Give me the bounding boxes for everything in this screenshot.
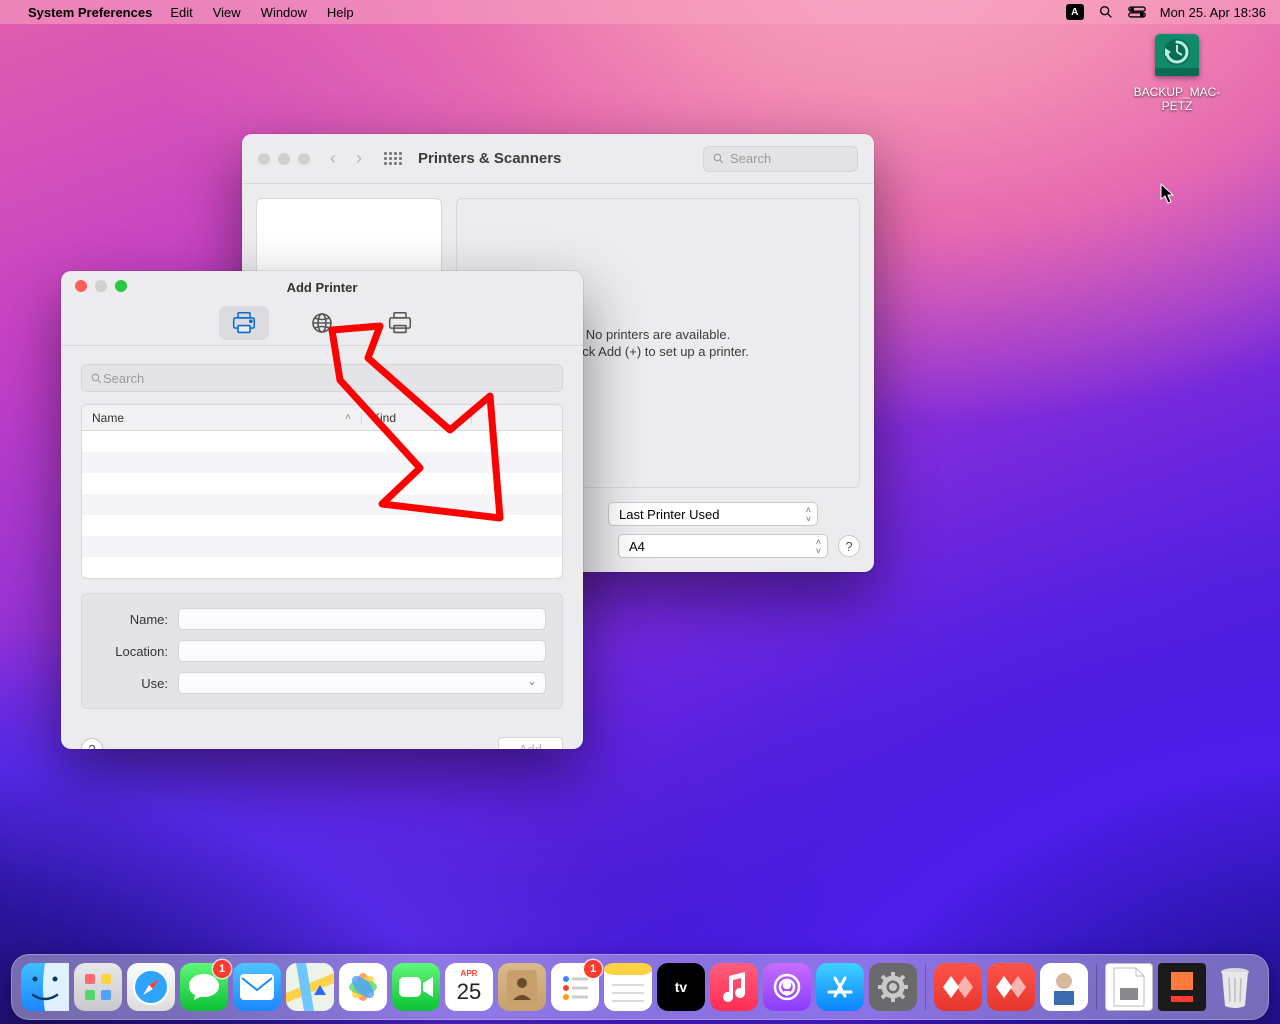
dock-separator	[925, 964, 926, 1010]
preferences-search[interactable]: Search	[703, 146, 858, 172]
dock-mail[interactable]	[233, 963, 281, 1011]
dock-podcasts[interactable]	[763, 963, 811, 1011]
use-select[interactable]	[178, 672, 546, 694]
dock: 1 APR 25 1 tv	[11, 954, 1269, 1020]
column-name[interactable]: Name ˄	[82, 411, 362, 425]
paper-size-select[interactable]: A4 ˄˅	[618, 534, 828, 558]
column-kind[interactable]: Kind	[362, 411, 472, 425]
forward-button[interactable]: ›	[356, 148, 362, 169]
dock-app-person[interactable]	[1040, 963, 1088, 1011]
printer-icon	[231, 311, 257, 335]
dock-notes[interactable]	[604, 963, 652, 1011]
add-button[interactable]: Add	[498, 737, 563, 749]
dock-anydesk-2[interactable]	[987, 963, 1035, 1011]
app-menu[interactable]: System Preferences	[28, 5, 152, 20]
dock-anydesk-1[interactable]	[934, 963, 982, 1011]
menu-help[interactable]: Help	[327, 5, 354, 20]
dock-trash[interactable]	[1211, 963, 1259, 1011]
back-button[interactable]: ‹	[330, 148, 336, 169]
calendar-month: APR	[445, 969, 493, 978]
name-label: Name:	[98, 612, 168, 627]
dock-photos[interactable]	[339, 963, 387, 1011]
tab-windows[interactable]	[375, 306, 425, 340]
help-button[interactable]: ?	[81, 738, 103, 749]
messages-badge: 1	[213, 960, 231, 978]
dock-messages[interactable]: 1	[180, 963, 228, 1011]
minimize-button[interactable]	[278, 153, 290, 165]
control-center-icon[interactable]	[1128, 5, 1146, 19]
dock-document-1[interactable]	[1105, 963, 1153, 1011]
reminders-badge: 1	[584, 960, 602, 978]
search-placeholder: Search	[730, 151, 771, 166]
close-button[interactable]	[258, 153, 270, 165]
menu-bar: System Preferences Edit View Window Help…	[0, 0, 1280, 24]
menu-edit[interactable]: Edit	[170, 5, 192, 20]
table-rows	[82, 431, 562, 578]
dock-app-store[interactable]	[816, 963, 864, 1011]
zoom-button[interactable]	[298, 153, 310, 165]
titlebar: ‹ › Printers & Scanners Search	[242, 134, 874, 184]
use-label: Use:	[98, 676, 168, 691]
dock-finder[interactable]	[21, 963, 69, 1011]
add-printer-search[interactable]: Search	[81, 364, 563, 392]
add-printer-tabs	[61, 301, 583, 346]
name-field[interactable]	[178, 608, 546, 630]
tab-ip[interactable]	[297, 306, 347, 340]
printer-results-table[interactable]: Name ˄ Kind	[81, 404, 563, 579]
dock-reminders[interactable]: 1	[551, 963, 599, 1011]
dock-safari[interactable]	[127, 963, 175, 1011]
dock-calendar[interactable]: APR 25	[445, 963, 493, 1011]
calendar-day: 25	[445, 979, 493, 1005]
printer-outline-icon	[387, 311, 413, 335]
location-field[interactable]	[178, 640, 546, 662]
dock-tv[interactable]: tv	[657, 963, 705, 1011]
spotlight-icon[interactable]	[1098, 4, 1114, 20]
search-placeholder: Search	[103, 371, 144, 386]
show-all-button[interactable]	[384, 152, 402, 165]
window-title: Add Printer	[61, 280, 583, 295]
menu-view[interactable]: View	[213, 5, 241, 20]
dock-maps[interactable]	[286, 963, 334, 1011]
dock-music[interactable]	[710, 963, 758, 1011]
dock-system-preferences[interactable]	[869, 963, 917, 1011]
tab-default[interactable]	[219, 306, 269, 340]
mouse-cursor	[1160, 183, 1176, 205]
printer-details-form: Name: Location: Use:	[81, 593, 563, 709]
clock[interactable]: Mon 25. Apr 18:36	[1160, 5, 1266, 20]
input-source-indicator[interactable]: A	[1066, 4, 1084, 20]
menu-window[interactable]: Window	[261, 5, 307, 20]
help-button[interactable]: ?	[838, 535, 860, 557]
dock-facetime[interactable]	[392, 963, 440, 1011]
dock-contacts[interactable]	[498, 963, 546, 1011]
dock-launchpad[interactable]	[74, 963, 122, 1011]
desktop-drive-backup[interactable]: BACKUP_MAC-PETZ	[1132, 30, 1222, 113]
location-label: Location:	[98, 644, 168, 659]
window-title: Printers & Scanners	[418, 150, 561, 167]
default-printer-select[interactable]: Last Printer Used ˄˅	[608, 502, 818, 526]
dock-separator	[1096, 964, 1097, 1010]
globe-icon	[310, 311, 334, 335]
desktop-drive-label: BACKUP_MAC-PETZ	[1132, 85, 1222, 113]
add-printer-window: Add Printer	[61, 271, 583, 749]
dock-document-2[interactable]	[1158, 963, 1206, 1011]
